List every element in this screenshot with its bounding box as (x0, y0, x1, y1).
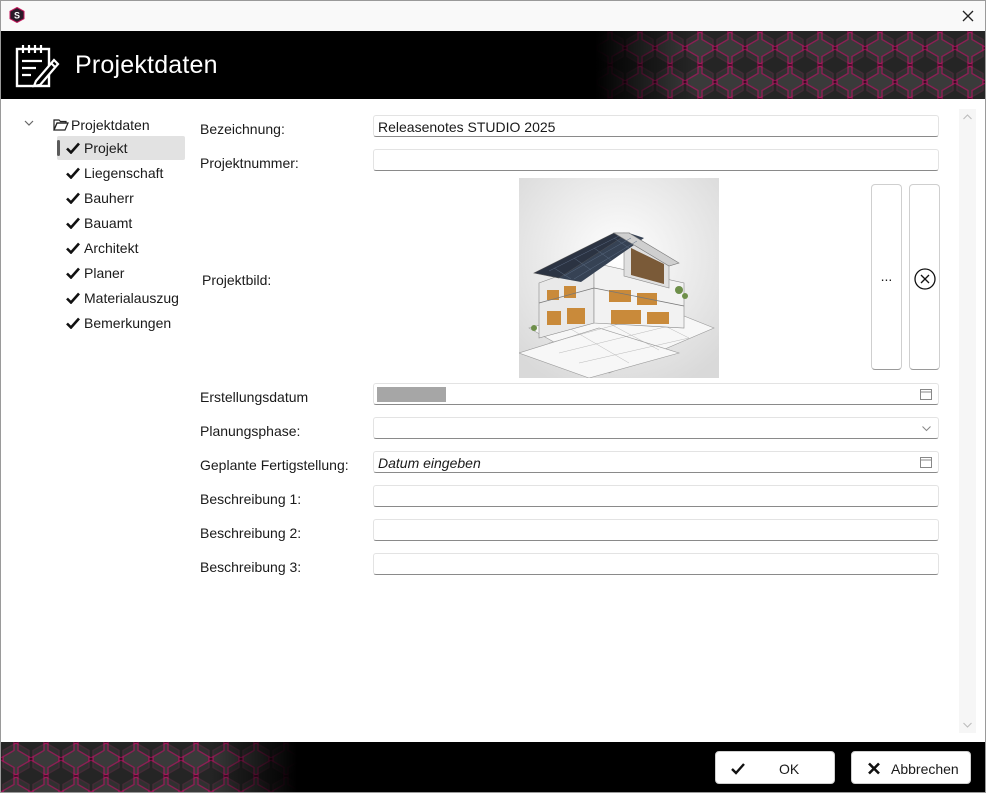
check-icon (66, 167, 80, 179)
check-icon (66, 192, 80, 204)
check-icon (66, 142, 80, 154)
tree-item-label: Bemerkungen (84, 315, 172, 331)
browse-label: ... (880, 268, 893, 284)
cancel-button[interactable]: Abbrechen (851, 751, 971, 784)
tree-item-bauherr[interactable]: Bauherr (57, 186, 185, 210)
tree-item-liegenschaft[interactable]: Liegenschaft (57, 161, 185, 185)
check-icon (66, 267, 80, 279)
hex-pattern-decoration (595, 31, 985, 99)
close-icon[interactable] (957, 5, 979, 27)
tree-item-label: Projekt (84, 140, 128, 156)
bezeichnung-label: Bezeichnung: (200, 121, 285, 137)
projektbild-label: Projektbild: (202, 272, 272, 288)
check-icon (731, 763, 745, 775)
tree-item-bauamt[interactable]: Bauamt (57, 211, 185, 235)
tree-item-architekt[interactable]: Architekt (57, 236, 185, 260)
fertigstellung-placeholder: Datum eingeben (378, 455, 481, 471)
calendar-icon[interactable] (920, 456, 932, 468)
chevron-down-icon[interactable] (23, 117, 35, 129)
dialog-window: S Projektdaten Projektdaten Projekt Lieg… (0, 0, 986, 793)
tree-item-label: Liegenschaft (84, 165, 164, 181)
check-icon (66, 217, 80, 229)
tree-item-projekt[interactable]: Projekt (57, 136, 185, 160)
bezeichnung-input[interactable]: Releasenotes STUDIO 2025 (373, 115, 939, 137)
erstellungsdatum-label: Erstellungsdatum (200, 389, 309, 405)
beschreibung3-label: Beschreibung 3: (200, 559, 302, 575)
close-icon (868, 762, 880, 775)
tree-item-bemerkungen[interactable]: Bemerkungen (57, 311, 185, 335)
calendar-icon[interactable] (920, 388, 932, 400)
fertigstellung-input[interactable]: Datum eingeben (373, 451, 939, 473)
vertical-scrollbar[interactable] (959, 109, 976, 733)
scroll-down-icon[interactable] (962, 721, 973, 729)
svg-text:S: S (14, 11, 20, 21)
check-icon (66, 292, 80, 304)
beschreibung1-label: Beschreibung 1: (200, 491, 302, 507)
beschreibung1-input[interactable] (373, 485, 939, 507)
bezeichnung-value: Releasenotes STUDIO 2025 (378, 119, 556, 135)
ok-label: OK (779, 761, 800, 777)
erstellungsdatum-input[interactable] (373, 383, 939, 405)
notepad-edit-icon (15, 45, 60, 88)
date-value-placeholder (377, 387, 446, 402)
beschreibung2-input[interactable] (373, 519, 939, 541)
hex-pattern-decoration (1, 742, 297, 792)
fertigstellung-label: Geplante Fertigstellung: (200, 457, 349, 473)
tree-item-label: Architekt (84, 240, 139, 256)
tree-item-label: Materialauszug (84, 290, 179, 306)
footer-bar: OK Abbrechen (1, 742, 985, 792)
tree-item-label: Bauamt (84, 215, 133, 231)
beschreibung2-label: Beschreibung 2: (200, 525, 302, 541)
check-icon (66, 242, 80, 254)
scroll-up-icon[interactable] (962, 113, 973, 121)
app-logo-icon: S (9, 7, 25, 23)
tree-root-projektdaten[interactable]: Projektdaten (71, 117, 150, 133)
tree-item-materialauszug[interactable]: Materialauszug (57, 286, 185, 310)
planungsphase-select[interactable] (373, 417, 939, 439)
page-title: Projektdaten (75, 51, 218, 79)
ok-button[interactable]: OK (715, 751, 835, 784)
remove-image-button[interactable] (909, 184, 940, 370)
tree-item-label: Bauherr (84, 190, 134, 206)
remove-circle-icon (914, 268, 936, 290)
chevron-down-icon (922, 426, 931, 432)
folder-open-icon (53, 119, 69, 131)
check-icon (66, 317, 80, 329)
tree-item-planer[interactable]: Planer (57, 261, 185, 285)
projektnummer-input[interactable] (373, 149, 939, 171)
project-image[interactable] (519, 178, 719, 378)
header-banner: Projektdaten (1, 31, 985, 99)
planungsphase-label: Planungsphase: (200, 423, 301, 439)
browse-image-button[interactable]: ... (871, 184, 902, 370)
beschreibung3-input[interactable] (373, 553, 939, 575)
tree-item-label: Planer (84, 265, 125, 281)
title-bar: S (1, 1, 985, 31)
projektnummer-label: Projektnummer: (200, 155, 299, 171)
cancel-label: Abbrechen (891, 761, 959, 777)
